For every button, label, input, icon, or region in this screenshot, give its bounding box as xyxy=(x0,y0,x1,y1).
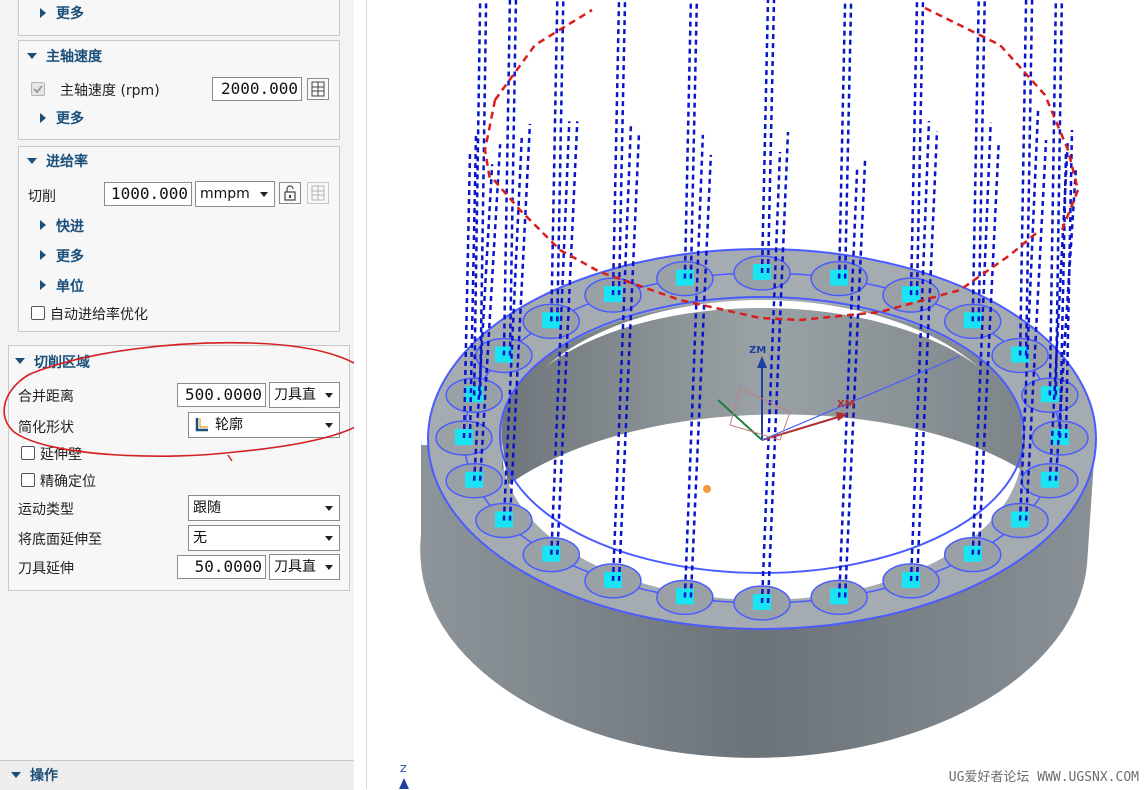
panel-splitter[interactable] xyxy=(354,0,367,789)
merge-distance-unit-value: 刀具直 xyxy=(274,387,316,403)
motion-type-value: 跟随 xyxy=(193,500,221,516)
toolpath-line-19 xyxy=(760,0,770,274)
dropdown-caret-icon xyxy=(325,565,333,570)
graphics-viewport[interactable]: ZM XM Z UG爱好者论坛 WWW.UGSNX.COM xyxy=(367,0,1145,789)
toolpath-line-23 xyxy=(1018,0,1028,356)
rapid-link[interactable]: 快进 xyxy=(56,216,84,236)
cut-feed-input[interactable]: 1000.000 xyxy=(104,182,192,206)
forum-watermark: UG爱好者论坛 WWW.UGSNX.COM xyxy=(948,770,1139,785)
toolpath-line-14 xyxy=(472,0,482,396)
spindle-label: 主轴速度 (rpm) xyxy=(60,83,160,99)
collapse-cut-region-icon[interactable] xyxy=(15,358,25,364)
extend-wall-label: 延伸壁 xyxy=(40,447,82,463)
dropdown-caret-icon xyxy=(325,536,333,541)
feed-lock-button[interactable] xyxy=(279,182,301,204)
tool-extension-label: 刀具延伸 xyxy=(18,561,74,577)
spindle-checkbox[interactable] xyxy=(31,82,45,96)
operation-header[interactable]: 操作 xyxy=(30,765,58,785)
toolpath-line-16 xyxy=(550,0,559,322)
simplify-shape-value: 轮廓 xyxy=(215,417,243,433)
merge-distance-unit-select[interactable]: 刀具直 xyxy=(269,382,340,408)
toolpath-line-b-17 xyxy=(617,0,627,296)
auto-feed-optimize-checkbox[interactable] xyxy=(31,306,45,320)
collapse-feed-icon[interactable] xyxy=(27,158,37,164)
feed-rate-header[interactable]: 进给率 xyxy=(46,151,88,171)
dropdown-caret-icon xyxy=(325,393,333,398)
toolpath-line-21 xyxy=(909,0,919,296)
more-top-link[interactable]: 更多 xyxy=(56,3,84,23)
auto-feed-optimize-label: 自动进给率优化 xyxy=(50,307,148,323)
axis-label-zm: ZM xyxy=(749,345,767,356)
dropdown-caret-icon xyxy=(260,192,268,197)
tool-extension-unit-select[interactable]: 刀具直 xyxy=(269,554,340,580)
cut-label: 切削 xyxy=(28,189,56,205)
expand-rapid-icon[interactable] xyxy=(40,220,46,230)
collapse-operation-icon[interactable] xyxy=(11,772,21,778)
extend-wall-checkbox[interactable] xyxy=(21,446,35,460)
spindle-more-link[interactable]: 更多 xyxy=(56,108,84,128)
merge-distance-label: 合并距离 xyxy=(18,389,74,405)
motion-type-label: 运动类型 xyxy=(18,502,74,518)
toolpath-line-18 xyxy=(683,0,693,279)
extend-floor-select[interactable]: 无 xyxy=(188,525,340,551)
toolpath-line-17 xyxy=(611,0,621,296)
operation-dialog-panel: 更多 主轴速度 主轴速度 (rpm) 2000.000 更多 进给率 切削 10… xyxy=(0,0,355,790)
calculator-icon xyxy=(311,185,325,201)
toolpath-line-15 xyxy=(502,0,512,356)
toolpath-scene xyxy=(420,0,1097,758)
feed-more-link[interactable]: 更多 xyxy=(56,246,84,266)
merge-distance-input[interactable]: 500.0000 xyxy=(177,383,266,407)
units-link[interactable]: 单位 xyxy=(56,276,84,296)
view-triad-icon xyxy=(399,778,409,789)
cut-region-header[interactable]: 切削区域 xyxy=(34,352,90,372)
tool-extension-unit-value: 刀具直 xyxy=(274,559,316,575)
lock-icon xyxy=(284,185,296,201)
toolpath-line-b-19 xyxy=(766,0,776,274)
feed-calc-button[interactable] xyxy=(307,182,329,204)
cut-feed-unit-select[interactable]: mmpm xyxy=(195,181,275,207)
toolpath-line-b-21 xyxy=(915,0,925,296)
expand-more-top-icon[interactable] xyxy=(40,8,46,18)
spindle-header[interactable]: 主轴速度 xyxy=(46,46,102,66)
dropdown-caret-icon xyxy=(325,506,333,511)
toolpath-line-20 xyxy=(837,0,847,279)
precise-position-checkbox[interactable] xyxy=(21,473,35,487)
expand-feed-more-icon[interactable] xyxy=(40,250,46,260)
expand-units-icon[interactable] xyxy=(40,280,46,290)
collapse-spindle-icon[interactable] xyxy=(27,53,37,59)
origin-marker xyxy=(703,485,711,493)
toolpath-line-b-18 xyxy=(689,0,699,279)
extend-floor-label: 将底面延伸至 xyxy=(18,532,102,548)
extend-floor-value: 无 xyxy=(193,530,207,546)
tool-extension-input[interactable]: 50.0000 xyxy=(177,555,266,579)
toolpath-line-22 xyxy=(971,0,980,322)
calculator-icon xyxy=(311,81,325,97)
checkmark-icon xyxy=(33,85,43,94)
motion-type-select[interactable]: 跟随 xyxy=(188,495,340,521)
axis-label-xm: XM xyxy=(837,399,855,410)
spindle-calc-button[interactable] xyxy=(307,78,329,100)
simplify-shape-select[interactable]: 轮廓 xyxy=(188,412,340,438)
precise-position-label: 精确定位 xyxy=(40,474,96,490)
spindle-speed-input[interactable]: 2000.000 xyxy=(212,77,302,101)
view-triad-z-label: Z xyxy=(400,764,407,775)
simplify-shape-label: 简化形状 xyxy=(18,420,74,436)
toolpath-line-b-20 xyxy=(843,0,853,279)
toolpath-line-24 xyxy=(1048,0,1058,396)
contour-shape-icon xyxy=(195,418,208,432)
cut-feed-unit-value: mmpm xyxy=(200,186,250,202)
expand-spindle-more-icon[interactable] xyxy=(40,113,46,123)
dropdown-caret-icon xyxy=(325,423,333,428)
